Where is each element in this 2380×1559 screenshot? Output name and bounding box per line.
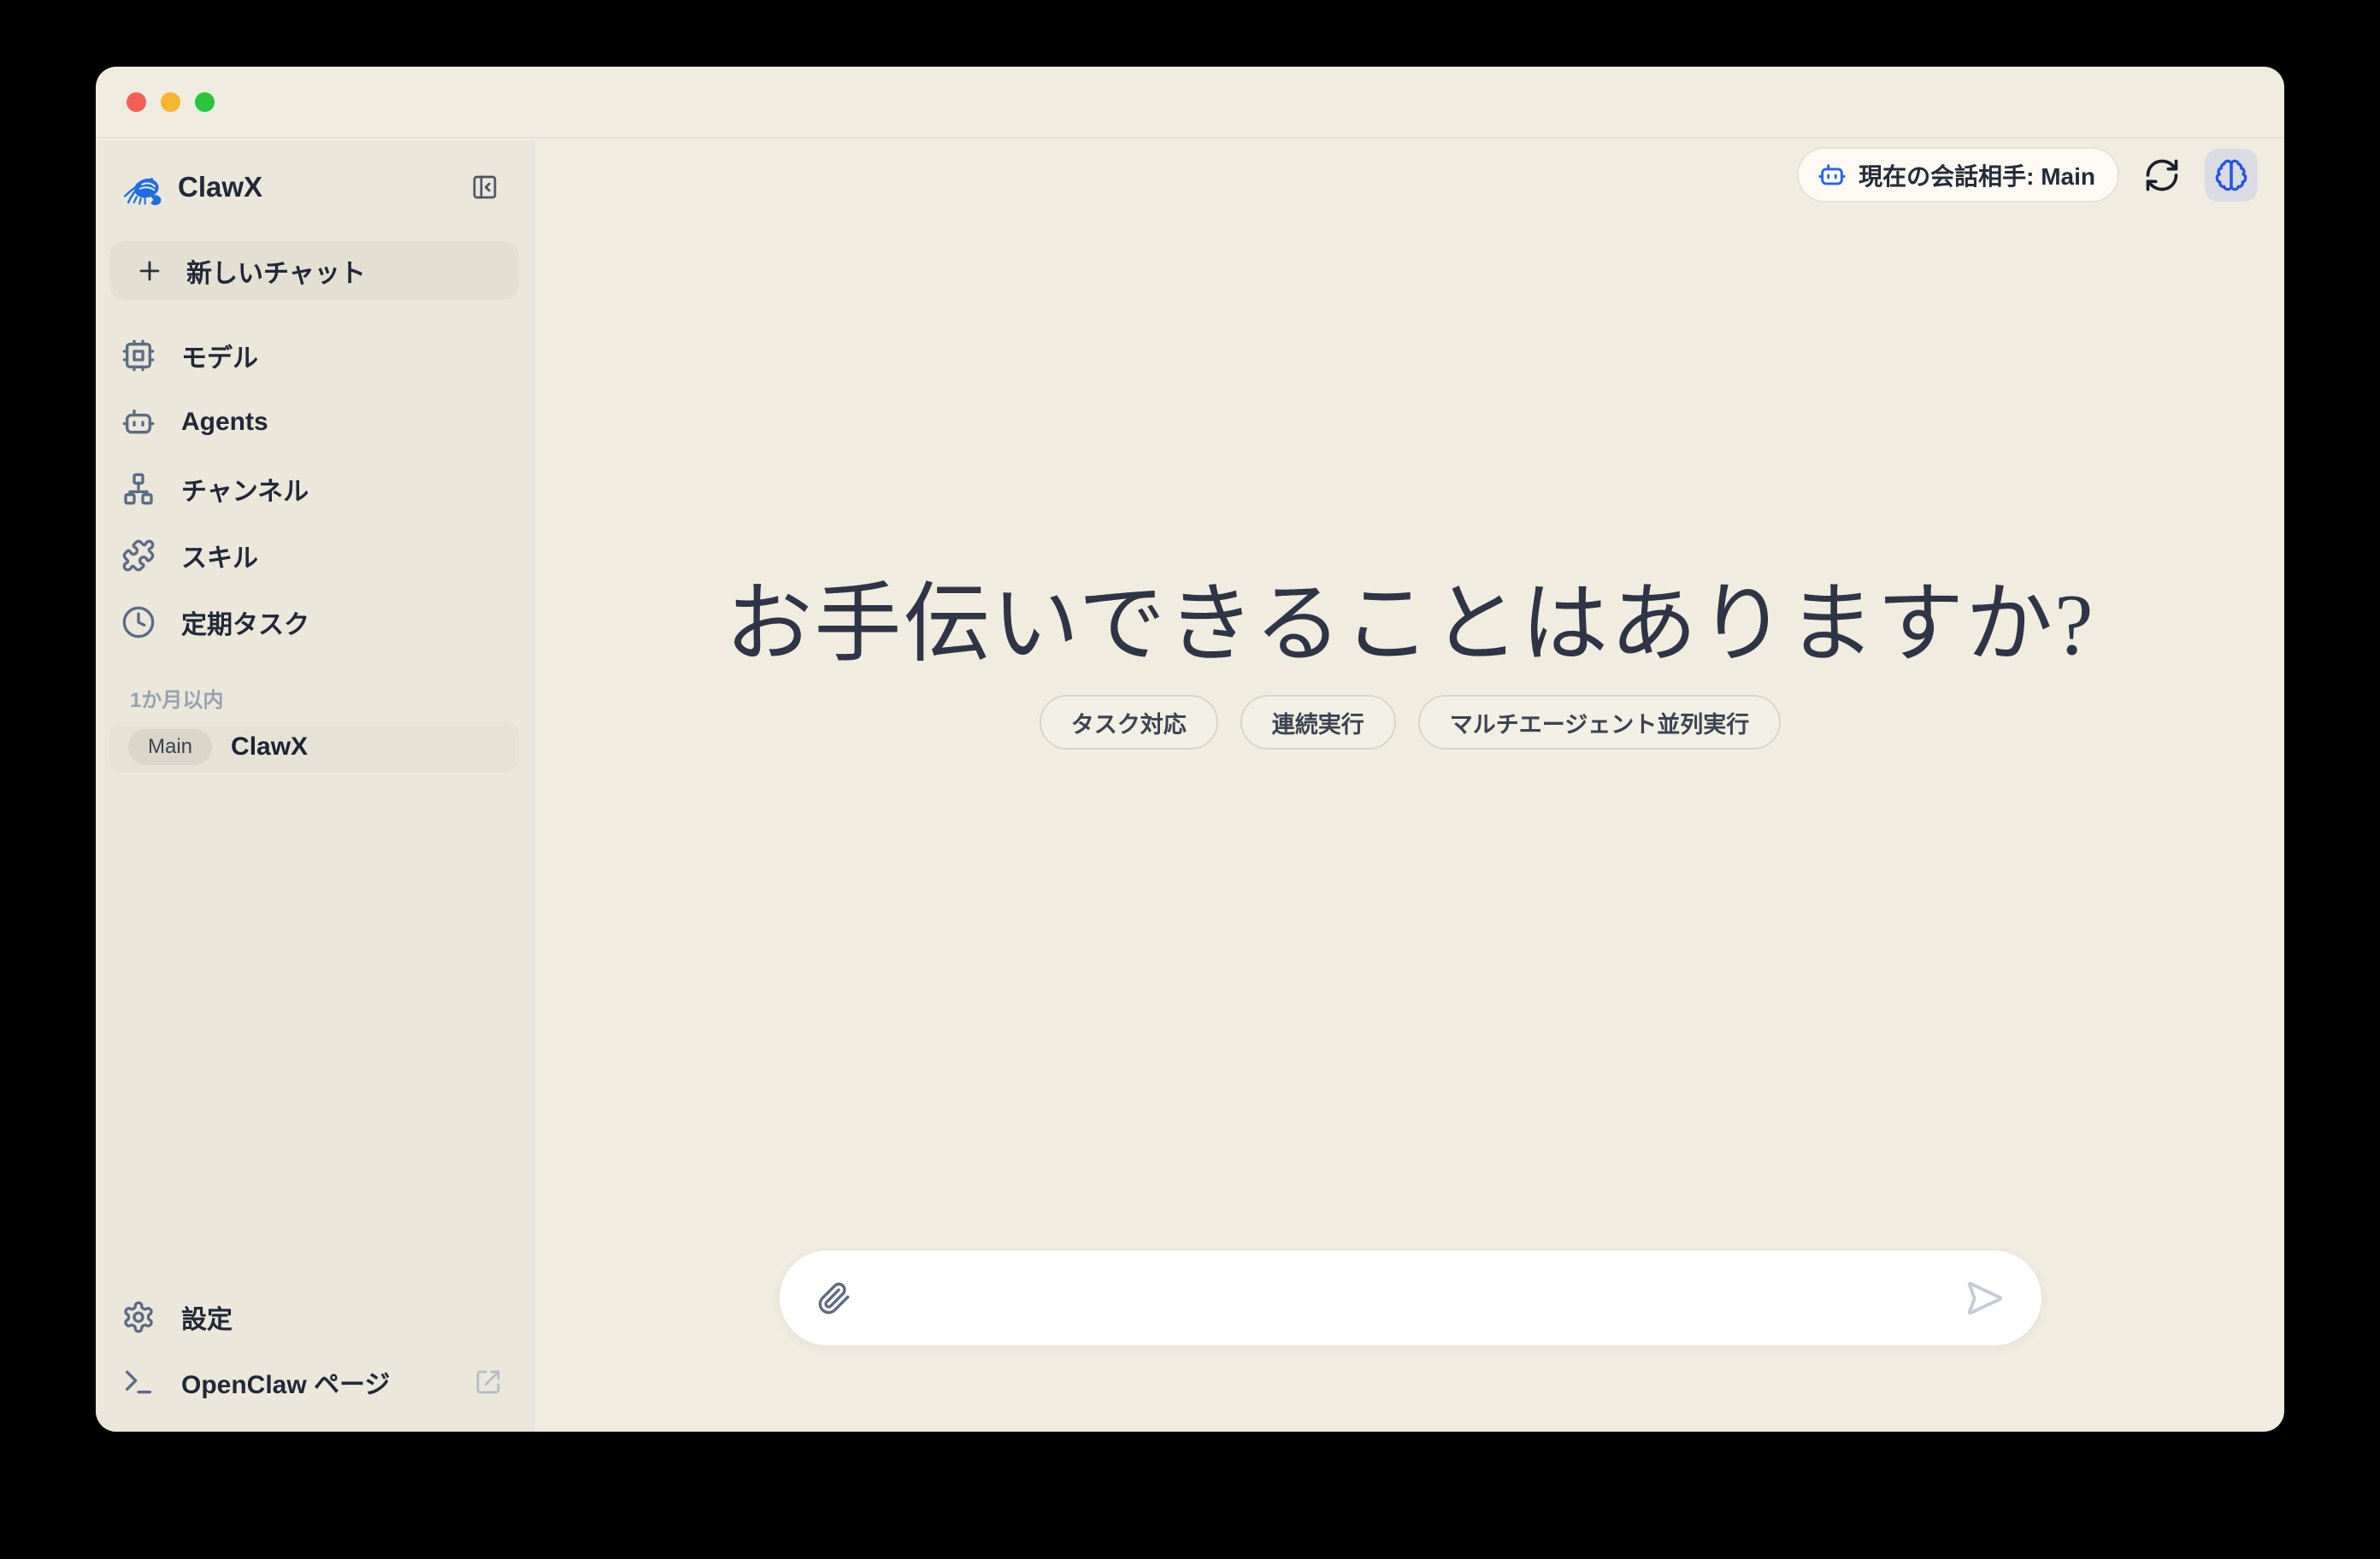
header-controls: 現在の会話相手: Main [1797,147,2258,203]
sidebar-item-label: 定期タスク [181,603,309,641]
refresh-icon [2143,156,2181,194]
sidebar-item-label: モデル [181,337,258,374]
clock-icon [121,605,156,639]
new-chat-label: 新しいチャット [186,252,366,290]
bot-icon [121,405,156,439]
bot-icon [1817,161,1847,190]
main-area: 現在の会話相手: Main お手伝いできることはありますか? タスク対応 連続実… [536,140,2284,1432]
send-icon [1965,1279,2004,1318]
terminal-icon [121,1365,156,1399]
puzzle-icon [121,538,156,573]
app-window: ClawX 新しいチャット モデル [96,67,2284,1432]
titlebar [96,67,2284,138]
panel-collapse-icon [471,174,498,201]
settings-label: 設定 [181,1298,233,1336]
chat-list-item[interactable]: Main ClawX [109,721,519,773]
current-conversation-pill[interactable]: 現在の会話相手: Main [1797,147,2119,203]
minimize-window-button[interactable] [161,92,180,112]
app-title: ClawX [178,171,468,203]
crawfish-logo-icon [120,165,168,209]
sidebar-nav: モデル Agents チャンネル [96,322,533,656]
sidebar-item-scheduled-tasks[interactable]: 定期タスク [96,589,533,656]
gear-icon [121,1300,156,1334]
chat-title: ClawX [231,732,308,762]
sidebar-item-label: スキル [181,537,258,574]
greeting-heading: お手伝いできることはありますか? [536,554,2284,679]
sidebar-item-channels[interactable]: チャンネル [96,456,533,522]
sidebar-item-skills[interactable]: スキル [96,522,533,589]
sidebar-item-label: Agents [181,408,268,437]
composer [779,1250,2042,1346]
sidebar-item-label: チャンネル [181,470,309,508]
suggestion-multi-agent[interactable]: マルチエージェント並列実行 [1418,695,1781,750]
refresh-button[interactable] [2143,156,2181,194]
external-link-icon [474,1368,502,1396]
openclaw-page-link[interactable]: OpenClaw ページ [96,1350,533,1415]
send-button[interactable] [1965,1279,2004,1318]
sidebar-header: ClawX [96,140,533,234]
message-input[interactable] [872,1250,1944,1345]
chat-badge: Main [128,729,212,765]
zoom-window-button[interactable] [195,92,215,112]
settings-button[interactable]: 設定 [96,1285,533,1350]
sitemap-icon [121,472,156,506]
brain-icon [2214,158,2248,192]
new-chat-button[interactable]: 新しいチャット [109,241,519,300]
plus-icon [135,256,164,285]
paperclip-icon [817,1281,851,1315]
collapse-sidebar-button[interactable] [468,170,502,204]
close-window-button[interactable] [127,92,146,112]
attach-button[interactable] [817,1281,851,1315]
sidebar-item-models[interactable]: モデル [96,322,533,389]
hero: お手伝いできることはありますか? [536,554,2284,679]
current-conversation-label: 現在の会話相手: Main [1859,158,2095,192]
brain-button[interactable] [2205,149,2258,202]
sidebar-footer: 設定 OpenClaw ページ [96,1285,533,1432]
openclaw-label: OpenClaw ページ [181,1363,390,1401]
history-section-label: 1か月以内 [130,683,533,713]
traffic-lights [127,92,215,112]
chip-icon [121,338,156,373]
sidebar: ClawX 新しいチャット モデル [96,140,534,1432]
suggestion-task-support[interactable]: タスク対応 [1040,695,1218,750]
suggestion-continuous-run[interactable]: 連続実行 [1240,695,1396,750]
suggestion-pills: タスク対応 連続実行 マルチエージェント並列実行 [536,695,2284,750]
sidebar-item-agents[interactable]: Agents [96,389,533,456]
